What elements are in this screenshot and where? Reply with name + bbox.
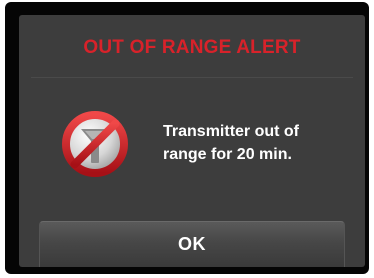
ok-button-label: OK [178, 234, 206, 254]
alert-message: Transmitter out of range for 20 min. [163, 123, 300, 163]
transmitter-out-of-range-icon [62, 111, 128, 177]
title-divider [31, 77, 353, 78]
alert-dialog: OUT OF RANGE ALERT Transmitter out of ra… [19, 15, 365, 267]
device-frame: OUT OF RANGE ALERT Transmitter out of ra… [5, 2, 369, 274]
ok-button[interactable]: OK [39, 221, 345, 267]
alert-title: OUT OF RANGE ALERT [83, 37, 301, 58]
